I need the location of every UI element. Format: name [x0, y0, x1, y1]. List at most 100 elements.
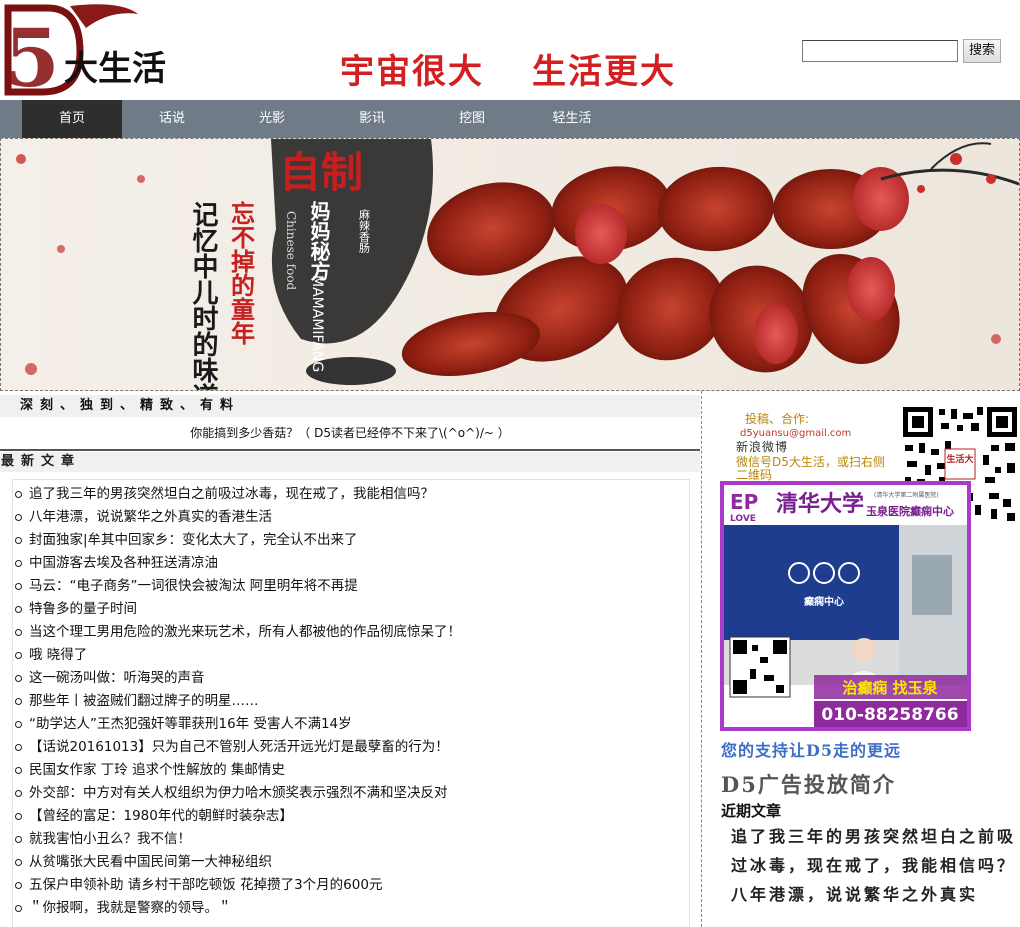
article-link[interactable]: ＂你报啊，我就是警察的领导。＂ [29, 900, 232, 916]
bullet-icon [15, 905, 22, 912]
wechat-info: 微信号D5大生活，或扫右侧二维码 [736, 455, 885, 482]
bullet-icon [15, 652, 22, 659]
banner-pinyin: MAMAMIFANG [309, 275, 325, 372]
logo-graphic: 5 大生活 [4, 4, 166, 105]
hero-banner[interactable]: 自制 MAMAMIFANG 妈妈秘方 麻辣香肠 忘不掉的童年 记忆中儿时的味道 … [0, 138, 1020, 391]
ad-university: 清华大学 [776, 491, 864, 517]
ad-center: 癫痫中心 [804, 595, 844, 608]
article-link[interactable]: 外交部：中方对有关人权组织为伊力哈木颁奖表示强烈不满和坚决反对 [29, 785, 448, 801]
bullet-icon [15, 675, 22, 682]
bullet-icon [15, 491, 22, 498]
search-button[interactable]: 搜索 [963, 39, 1001, 63]
qr-badge-text: 生活大 [946, 453, 973, 465]
latest-articles-title: 最新文章 [0, 452, 700, 472]
article-link[interactable]: 民国女作家 丁玲 追求个性解放的 集邮情史 [29, 762, 285, 778]
bullet-icon [15, 698, 22, 705]
bullet-icon [15, 744, 22, 751]
article-link[interactable]: 五保户申领补助 请乡村干部吃顿饭 花掉攒了3个月的600元 [29, 877, 382, 893]
bullet-icon [15, 836, 22, 843]
recent-article-link[interactable]: 追了我三年的男孩突然坦白之前吸过冰毒，现在戒了，我能相信吗？八年港漂，说说繁华之… [731, 822, 1017, 909]
article-link[interactable]: 中国游客去埃及各种狂送清凉油 [29, 555, 218, 571]
nav-item-images[interactable]: 挖图 [422, 100, 522, 138]
article-link[interactable]: 这一碗汤叫做：听海哭的声音 [29, 670, 205, 686]
article-link[interactable]: 【话说20161013】只为自己不管别人死活开远光灯是最孽畜的行为！ [29, 739, 449, 755]
bullet-icon [15, 560, 22, 567]
article-link[interactable]: 【曾经的富足：1980年代的朝鲜时装杂志】 [29, 808, 293, 824]
article-list: 追了我三年的男孩突然坦白之前吸过冰毒，现在戒了，我能相信吗？ 八年港漂，说说繁华… [12, 479, 690, 927]
article-item[interactable]: 民国女作家 丁玲 追求个性解放的 集邮情史 [13, 759, 689, 782]
article-item[interactable]: 【话说20161013】只为自己不管别人死活开远光灯是最孽畜的行为！ [13, 736, 689, 759]
hospital-ad[interactable]: EP LOVE 清华大学 (清华大学第二附属医院) 玉泉医院癫痫中心 癫痫中心 … [720, 481, 971, 731]
article-link[interactable]: 哦 晓得了 [29, 647, 87, 663]
banner-brand-small: 麻辣香肠 [358, 208, 371, 254]
bullet-icon [15, 537, 22, 544]
bullet-icon [15, 629, 22, 636]
article-link[interactable]: “助学达人”王杰犯强奸等罪获刑16年 受害人不满14岁 [29, 716, 352, 732]
bullet-icon [15, 606, 22, 613]
banner-vertical-en: Chinese food [284, 211, 298, 291]
nav-item-photo[interactable]: 光影 [222, 100, 322, 138]
article-link[interactable]: 那些年丨被盗贼们翻过牌子的明星…… [29, 693, 259, 709]
bullet-icon [15, 721, 22, 728]
article-item[interactable]: 封面独家|牟其中回家乡：变化太大了，完全认不出来了 [13, 529, 689, 552]
banner-brand-sub: 妈妈秘方 [307, 200, 331, 282]
article-item[interactable]: 八年港漂，说说繁华之外真实的香港生活 [13, 506, 689, 529]
article-item[interactable]: 马云：“电子商务”一词很快会被淘汰 阿里明年将不再提 [13, 575, 689, 598]
site-logo[interactable]: 5 大生活 [0, 0, 178, 105]
weibo-link[interactable]: 新浪微博 [736, 441, 788, 454]
ad-ep: EP [730, 490, 758, 514]
site-slogan: 宇宙很大 生活更大 [340, 44, 676, 93]
nav-item-talk[interactable]: 话说 [122, 100, 222, 138]
bullet-icon [15, 859, 22, 866]
banner-brand-title-1: 自制 [279, 148, 363, 197]
search-input[interactable] [802, 40, 958, 62]
slogan-left: 宇宙很大 [340, 52, 484, 92]
header: 5 大生活 宇宙很大 生活更大 搜索 [0, 0, 1020, 105]
article-item[interactable]: 当这个理工男用危险的激光来玩艺术，所有人都被他的作品彻底惊呆了！ [13, 621, 689, 644]
bullet-icon [15, 767, 22, 774]
slogan-right: 生活更大 [532, 52, 676, 92]
article-link[interactable]: 马云：“电子商务”一词很快会被淘汰 阿里明年将不再提 [29, 578, 358, 594]
bullet-icon [15, 882, 22, 889]
article-link[interactable]: 当这个理工男用危险的激光来玩艺术，所有人都被他的作品彻底惊呆了！ [29, 624, 461, 640]
main-nav: 首页 话说 光影 影讯 挖图 轻生活 [0, 100, 1020, 138]
article-item[interactable]: ＂你报啊，我就是警察的领导。＂ [13, 897, 689, 920]
article-link[interactable]: 追了我三年的男孩突然坦白之前吸过冰毒，现在戒了，我能相信吗？ [29, 486, 434, 502]
article-item[interactable]: 就我害怕小丑么？我不信！ [13, 828, 689, 851]
article-item[interactable]: “助学达人”王杰犯强奸等罪获刑16年 受害人不满14岁 [13, 713, 689, 736]
article-item[interactable]: 从贫嘴张大民看中国民间第一大神秘组织 [13, 851, 689, 874]
bullet-icon [15, 813, 22, 820]
article-item[interactable]: 【曾经的富足：1980年代的朝鲜时装杂志】 [13, 805, 689, 828]
article-link[interactable]: 特鲁多的量子时间 [29, 601, 137, 617]
notice-text: 你能搞到多少香菇？（ D5读者已经停不下来了\(^o^)/~ ） [190, 426, 510, 440]
article-item[interactable]: 中国游客去埃及各种狂送清凉油 [13, 552, 689, 575]
article-item[interactable]: 五保户申领补助 请乡村干部吃顿饭 花掉攒了3个月的600元 [13, 874, 689, 897]
article-item[interactable]: 特鲁多的量子时间 [13, 598, 689, 621]
article-item[interactable]: 那些年丨被盗贼们翻过牌子的明星…… [13, 690, 689, 713]
nav-item-home[interactable]: 首页 [22, 100, 122, 138]
nav-item-film[interactable]: 影讯 [322, 100, 422, 138]
divider [0, 449, 700, 451]
bullet-icon [15, 583, 22, 590]
site-tagline: 深刻、独到、精致、有料 [0, 395, 700, 417]
article-link[interactable]: 从贫嘴张大民看中国民间第一大神秘组织 [29, 854, 272, 870]
article-link[interactable]: 封面独家|牟其中回家乡：变化太大了，完全认不出来了 [29, 532, 358, 548]
ad-love: LOVE [730, 514, 756, 524]
nav-item-lifestyle[interactable]: 轻生活 [522, 100, 622, 138]
article-item[interactable]: 外交部：中方对有关人权组织为伊力哈木颁奖表示强烈不满和坚决反对 [13, 782, 689, 805]
ad-slogan: 治癫痫 找玉泉 [842, 679, 938, 697]
svg-text:大生活: 大生活 [64, 49, 166, 89]
ad-intro-link[interactable]: D5广告投放简介 [721, 769, 896, 799]
ad-phone: 010-88258766 [821, 705, 958, 725]
contact-email[interactable]: d5yuansu@gmail.com [740, 427, 851, 440]
article-item[interactable]: 哦 晓得了 [13, 644, 689, 667]
article-item[interactable]: 这一碗汤叫做：听海哭的声音 [13, 667, 689, 690]
article-link[interactable]: 就我害怕小丑么？我不信！ [29, 831, 191, 847]
article-item[interactable]: 追了我三年的男孩突然坦白之前吸过冰毒，现在戒了，我能相信吗？ [13, 483, 689, 506]
ad-hospital-small: (清华大学第二附属医院) [874, 491, 939, 499]
banner-line2: 记忆中儿时的味道 [188, 201, 218, 390]
sidebar: 投稿、合作: d5yuansu@gmail.com 新浪微博 微信号D5大生活，… [703, 391, 1020, 927]
main-content: 深刻、独到、精致、有料 你能搞到多少香菇？（ D5读者已经停不下来了\(^o^)… [0, 391, 702, 927]
banner-image: 自制 MAMAMIFANG 妈妈秘方 麻辣香肠 忘不掉的童年 记忆中儿时的味道 … [1, 139, 1019, 390]
article-link[interactable]: 八年港漂，说说繁华之外真实的香港生活 [29, 509, 272, 525]
